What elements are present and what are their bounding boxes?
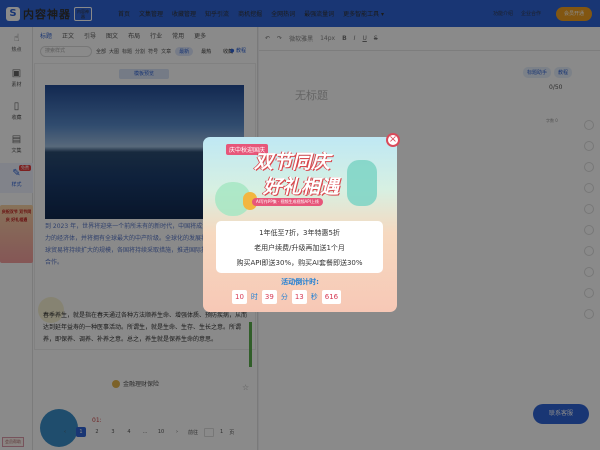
decorative-bubble [347,160,377,206]
countdown-minutes: 39 [261,290,277,304]
countdown-ms: 616 [321,290,342,304]
countdown-hours: 10 [232,290,247,304]
countdown-hours-unit: 时 [250,293,258,301]
countdown-label: 活动倒计时: [281,278,319,286]
countdown-minutes-unit: 分 [280,293,288,301]
close-icon[interactable]: × [386,133,400,147]
offer-line-3: 购买API即送30%，购买AI套餐即送30% [236,259,363,267]
countdown-seconds: 13 [291,290,307,304]
countdown-seconds-unit: 秒 [310,293,318,301]
promo-title-line-1: 双节同庆 [254,151,331,173]
promo-tagline: AI写作PP集 · 视频生成视频API上线 [252,198,323,206]
offer-line-2: 老用户续费/升级再加送1个月 [254,244,345,252]
countdown-timer: 10 时 39 分 13 秒 616 [232,290,342,304]
offer-line-1: 1年低至7折，3年特惠5折 [259,229,340,237]
promo-title-line-2: 好礼相遇 [263,176,340,198]
